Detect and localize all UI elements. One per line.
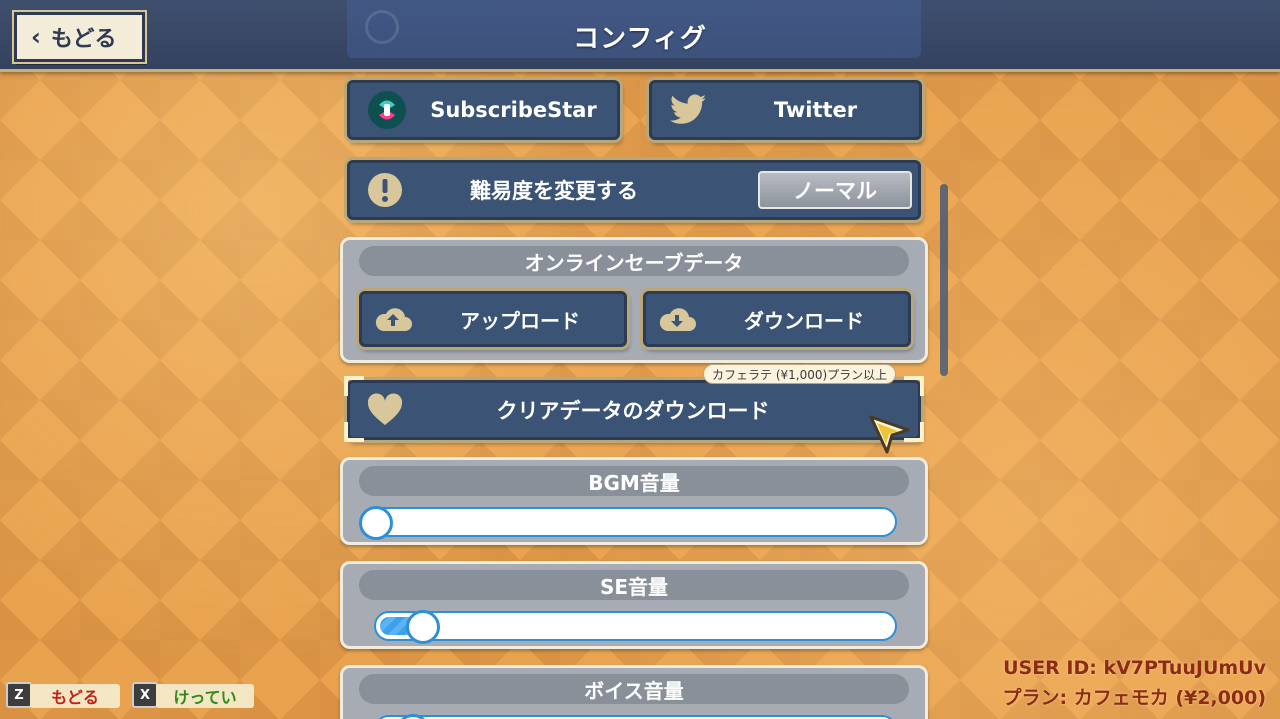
bgm-volume-label: BGM音量 [359,466,909,496]
selection-bracket-bottom-left [344,422,364,442]
footer-confirm-hint[interactable]: けってい [156,684,254,708]
twitter-label: Twitter [773,98,858,122]
page-title: コンフィグ [573,23,707,54]
user-id-text: USER ID: kV7PTuuJUmUv [1003,657,1266,679]
online-save-panel: オンラインセーブデータ アップロード ダウンロード [340,237,928,363]
scrollbar[interactable] [940,184,948,376]
upload-button[interactable]: アップロード [359,291,627,347]
user-info: USER ID: kV7PTuuJUmUv プラン: カフェモカ (¥2,000… [1002,653,1266,713]
download-button[interactable]: ダウンロード [643,291,911,347]
cursor-arrow-icon [868,414,912,458]
difficulty-label: 難易度を変更する [470,179,638,203]
se-volume-knob[interactable] [406,610,440,644]
x-key-icon: X [132,682,158,708]
cloud-upload-icon [370,296,416,342]
se-volume-slider[interactable] [374,610,897,644]
chevron-left-icon: ‹ [31,23,41,51]
back-button-label: もどる [50,27,117,52]
selection-bracket-top-right [904,376,924,396]
exclamation-icon [362,167,408,213]
subscribestar-label: SubscribeStar [430,98,597,122]
selection-bracket-top-left [344,376,364,396]
clear-data-download-button[interactable]: クリアデータのダウンロード [347,380,921,440]
top-bar: コンフィグ ‹ もどる [0,0,1280,72]
plan-requirement-badge: カフェラテ (¥1,000)プラン以上 [703,364,897,384]
clear-data-label: クリアデータのダウンロード [496,399,770,423]
user-plan-text: プラン: カフェモカ (¥2,000) [1002,687,1266,709]
difficulty-value-badge: ノーマル [758,171,912,209]
online-save-header: オンラインセーブデータ [359,246,909,276]
z-key-icon: Z [6,682,32,708]
twitter-icon [666,87,712,133]
bgm-volume-panel: BGM音量 [340,457,928,545]
footer-back-hint[interactable]: もどる [30,684,120,708]
back-button[interactable]: ‹ もどる [14,12,145,62]
voice-volume-label: ボイス音量 [359,674,909,704]
upload-label: アップロード [460,308,580,333]
voice-volume-knob[interactable] [396,714,430,719]
subscribestar-icon [364,87,410,133]
difficulty-button[interactable]: 難易度を変更する ノーマル [347,160,921,220]
bgm-volume-slider[interactable] [359,506,897,540]
voice-volume-slider[interactable] [374,714,897,719]
bgm-volume-knob[interactable] [359,506,393,540]
cloud-download-icon [654,296,700,342]
twitter-button[interactable]: Twitter [649,80,922,140]
se-volume-label: SE音量 [359,570,909,600]
subscribestar-button[interactable]: SubscribeStar [347,80,620,140]
heart-icon [362,387,408,433]
se-volume-panel: SE音量 [340,561,928,649]
voice-volume-panel: ボイス音量 [340,665,928,719]
download-label: ダウンロード [744,308,864,333]
